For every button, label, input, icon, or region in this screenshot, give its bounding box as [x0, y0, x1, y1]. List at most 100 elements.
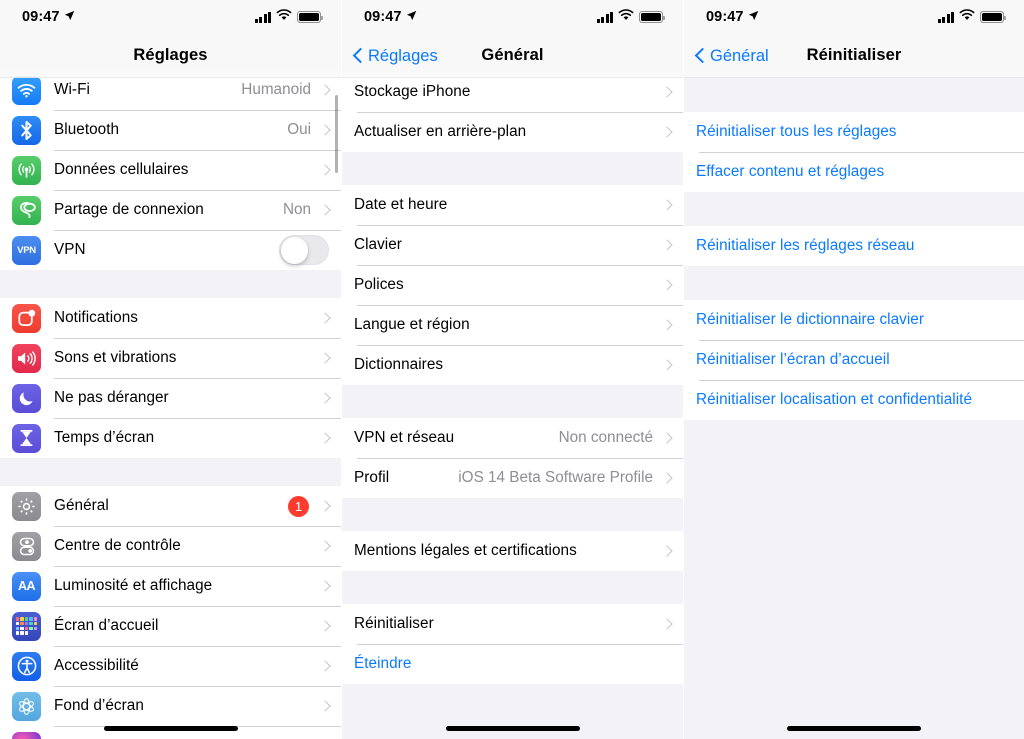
status-bar-indicators [937, 8, 1007, 26]
general-row-label: Polices [354, 276, 404, 293]
settings-row-personal-hotspot[interactable]: Partage de connexion Non [0, 190, 341, 230]
reset-row-all-settings[interactable]: Réinitialiser tous les réglages [684, 112, 1024, 152]
group-spacer [342, 152, 683, 185]
back-button[interactable]: Réglages [353, 34, 438, 78]
general-row-label: Date et heure [354, 196, 448, 213]
reset-row-keyboard-dictionary[interactable]: Réinitialiser le dictionnaire clavier [684, 300, 1024, 340]
cellular-data-icon [12, 155, 41, 185]
settings-row-cellular-data[interactable]: Données cellulaires [0, 150, 341, 190]
settings-row-value: Oui [287, 121, 311, 138]
reset-row-location-privacy[interactable]: Réinitialiser localisation et confidenti… [684, 380, 1024, 420]
page-title: Réglages [133, 46, 208, 64]
general-group-5: Réinitialiser Éteindre [342, 604, 683, 684]
location-arrow-icon [748, 9, 759, 25]
cellular-signal-icon [596, 11, 613, 23]
location-arrow-icon [64, 9, 75, 25]
panel-reset: Réinitialiser tous les réglages Effacer … [683, 0, 1024, 739]
general-row-profile[interactable]: Profil iOS 14 Beta Software Profile [342, 458, 683, 498]
reset-row-network-settings[interactable]: Réinitialiser les réglages réseau [684, 226, 1024, 266]
general-scroll-content[interactable]: Stockage iPhone Actualiser en arrière-pl… [342, 0, 683, 739]
general-row-label: Actualiser en arrière-plan [354, 123, 527, 140]
general-row-storage[interactable]: Stockage iPhone [342, 72, 683, 112]
home-indicator[interactable] [445, 726, 580, 731]
general-row-fonts[interactable]: Polices [342, 265, 683, 305]
group-spacer [684, 192, 1024, 226]
settings-row-label: Partage de connexion [54, 201, 204, 218]
settings-row-label: VPN [54, 241, 86, 258]
group-spacer [0, 458, 341, 486]
panel-general: Stockage iPhone Actualiser en arrière-pl… [341, 0, 683, 739]
settings-row-wallpaper[interactable]: Fond d’écran [0, 686, 341, 726]
status-bar: 09:47 [684, 0, 1024, 34]
chevron-right-icon [663, 126, 671, 139]
settings-row-accessibility[interactable]: Accessibilité [0, 646, 341, 686]
settings-row-bluetooth[interactable]: Bluetooth Oui [0, 110, 341, 150]
nav-bar: Général Réinitialiser [684, 34, 1024, 78]
settings-row-screen-time[interactable]: Temps d’écran [0, 418, 341, 458]
panel-settings: Wi-Fi Humanoid Bluetooth Oui Données cel… [0, 0, 341, 739]
chevron-right-icon [321, 124, 329, 137]
home-indicator[interactable] [103, 726, 238, 731]
general-row-vpn-network[interactable]: VPN et réseau Non connecté [342, 418, 683, 458]
general-row-label: Réinitialiser [354, 615, 434, 632]
general-row-label: VPN et réseau [354, 429, 455, 446]
general-row-background-refresh[interactable]: Actualiser en arrière-plan [342, 112, 683, 152]
wifi-icon [618, 8, 634, 26]
general-row-reset[interactable]: Réinitialiser [342, 604, 683, 644]
general-group-3: VPN et réseau Non connecté Profil iOS 14… [342, 418, 683, 498]
sounds-icon [12, 343, 41, 373]
settings-scroll-content[interactable]: Wi-Fi Humanoid Bluetooth Oui Données cel… [0, 0, 341, 739]
back-button[interactable]: Général [695, 34, 769, 78]
settings-row-general[interactable]: Général 1 [0, 486, 341, 526]
general-row-keyboard[interactable]: Clavier [342, 225, 683, 265]
reset-scroll-content[interactable]: Réinitialiser tous les réglages Effacer … [684, 0, 1024, 739]
reset-row-label: Réinitialiser tous les réglages [696, 123, 897, 140]
status-bar-time: 09:47 [364, 9, 402, 25]
settings-row-do-not-disturb[interactable]: Ne pas déranger [0, 378, 341, 418]
three-panel-screenshot: Wi-Fi Humanoid Bluetooth Oui Données cel… [0, 0, 1024, 739]
settings-row-sounds[interactable]: Sons et vibrations [0, 338, 341, 378]
wifi-icon [276, 8, 292, 26]
bluetooth-icon [12, 115, 41, 145]
chevron-right-icon [321, 392, 329, 405]
home-indicator[interactable] [787, 726, 921, 731]
settings-row-notifications[interactable]: Notifications [0, 298, 341, 338]
group-spacer [342, 498, 683, 531]
chevron-right-icon [663, 359, 671, 372]
settings-row-label: Général [54, 497, 109, 514]
chevron-right-icon [663, 618, 671, 631]
status-bar-time-group: 09:47 [364, 9, 417, 25]
settings-row-label: Fond d’écran [54, 697, 144, 714]
general-row-shutdown[interactable]: Éteindre [342, 644, 683, 684]
status-badge: 1 [288, 495, 309, 517]
general-row-date-time[interactable]: Date et heure [342, 185, 683, 225]
notifications-icon [12, 303, 41, 333]
back-button-label: Réglages [368, 46, 438, 65]
vertical-scrollbar[interactable] [335, 95, 338, 173]
wifi-icon [12, 75, 41, 105]
general-group-1: Stockage iPhone Actualiser en arrière-pl… [342, 72, 683, 152]
reset-row-label: Réinitialiser l’écran d’accueil [696, 351, 890, 368]
reset-row-home-screen[interactable]: Réinitialiser l’écran d’accueil [684, 340, 1024, 380]
settings-row-display-brightness[interactable]: AA Luminosité et affichage [0, 566, 341, 606]
control-center-icon [12, 531, 41, 561]
screen-time-icon [12, 423, 41, 453]
general-row-language-region[interactable]: Langue et région [342, 305, 683, 345]
display-brightness-icon: AA [12, 571, 41, 601]
location-arrow-icon [406, 9, 417, 25]
vpn-toggle[interactable] [279, 235, 329, 265]
general-row-legal[interactable]: Mentions légales et certifications [342, 531, 683, 571]
reset-group-2: Réinitialiser les réglages réseau [684, 226, 1024, 266]
general-row-dictionaries[interactable]: Dictionnaires [342, 345, 683, 385]
reset-row-erase-content[interactable]: Effacer contenu et réglages [684, 152, 1024, 192]
chevron-right-icon [663, 86, 671, 99]
cellular-signal-icon [254, 11, 271, 23]
settings-row-home-screen[interactable]: Écran d’accueil [0, 606, 341, 646]
gear-icon [12, 491, 41, 521]
chevron-right-icon [321, 432, 329, 445]
general-row-label: Éteindre [354, 655, 412, 672]
settings-row-vpn[interactable]: VPN VPN [0, 230, 341, 270]
settings-row-control-center[interactable]: Centre de contrôle [0, 526, 341, 566]
page-title: Général [481, 46, 544, 64]
settings-row-label: Ne pas déranger [54, 389, 169, 406]
